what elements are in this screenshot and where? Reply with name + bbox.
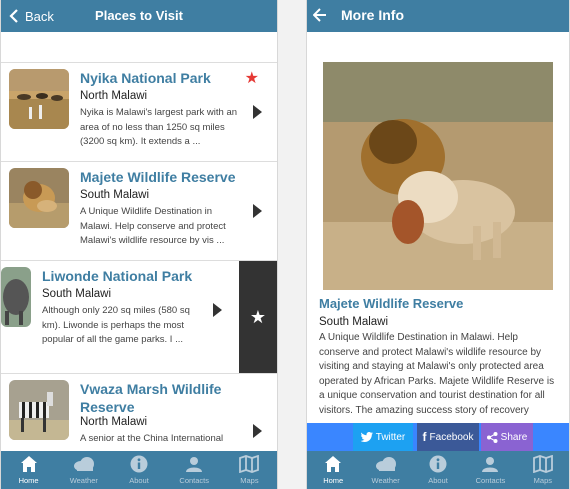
header-bar: More Info: [307, 0, 569, 32]
home-icon: [325, 456, 342, 472]
tab-weather[interactable]: Weather: [56, 451, 111, 489]
place-description: Although only 220 sq miles (580 sq km). …: [42, 305, 190, 345]
tab-label: Maps: [240, 476, 259, 485]
cloud-icon: [73, 457, 94, 471]
place-region: North Malawi: [80, 90, 148, 102]
tab-label: Home: [323, 476, 344, 485]
map-icon: [532, 455, 553, 473]
page-title: Places to Visit: [95, 8, 183, 23]
chevron-right-icon[interactable]: [252, 204, 262, 218]
bottom-tab-bar: Home Weather About Contacts Maps: [307, 451, 569, 489]
list-item[interactable]: Majete Wildlife Reserve South Malawi A U…: [1, 161, 277, 260]
place-thumbnail: [1, 267, 31, 327]
list-item[interactable]: Liwonde National Park South Malawi Altho…: [1, 260, 277, 373]
tab-home[interactable]: Home: [1, 451, 56, 489]
tab-maps[interactable]: Maps: [517, 451, 569, 489]
place-region: South Malawi: [319, 316, 389, 328]
tab-about[interactable]: About: [111, 451, 166, 489]
place-name: Nyika National Park: [80, 70, 211, 86]
tab-home[interactable]: Home: [307, 451, 359, 489]
list-item[interactable]: Nyika National Park ★ North Malawi Nyika…: [1, 62, 277, 161]
tab-label: About: [129, 476, 149, 485]
favorite-star-icon[interactable]: ★: [245, 71, 259, 87]
place-region: South Malawi: [42, 288, 112, 300]
place-region: North Malawi: [80, 416, 148, 428]
share-button[interactable]: Share: [481, 423, 533, 451]
place-thumbnail: [9, 69, 69, 129]
tab-contacts[interactable]: Contacts: [167, 451, 222, 489]
tab-label: Contacts: [179, 476, 210, 485]
twitter-icon: [360, 432, 373, 442]
tab-about[interactable]: About: [412, 451, 464, 489]
arrow-left-icon[interactable]: [313, 8, 327, 22]
places-screen: Back Places to Visit Nyika National Park…: [0, 0, 278, 489]
favorite-swipe-button[interactable]: ★: [239, 261, 277, 373]
place-name: Vwaza Marsh Wildlife Reserve: [80, 381, 222, 415]
chevron-right-icon[interactable]: [252, 105, 262, 119]
info-icon: [429, 455, 447, 473]
place-description: A senior at the China International: [80, 433, 224, 444]
facebook-icon: f: [422, 430, 427, 444]
place-name: Majete Wildlife Reserve: [80, 169, 236, 185]
header-bar: Back Places to Visit: [1, 0, 277, 32]
place-description: Nyika is Malawi's largest park with an a…: [80, 107, 238, 147]
bottom-tab-bar: Home Weather About Contacts Maps: [1, 451, 277, 489]
tab-label: Weather: [371, 476, 400, 485]
facebook-share-button[interactable]: f Facebook: [417, 423, 479, 451]
tab-weather[interactable]: Weather: [359, 451, 411, 489]
cloud-icon: [375, 457, 396, 471]
tab-label: Maps: [533, 476, 552, 485]
tab-label: About: [428, 476, 448, 485]
place-name: Majete Wildlife Reserve: [319, 296, 464, 311]
contact-icon: [482, 457, 499, 472]
tab-label: Home: [18, 476, 39, 485]
chevron-right-icon[interactable]: [212, 303, 222, 317]
place-description: A Unique Wildlife Destination in Malawi.…: [319, 332, 555, 416]
twitter-share-button[interactable]: Twitter: [353, 423, 413, 451]
place-region: South Malawi: [80, 189, 150, 201]
places-list: Nyika National Park ★ North Malawi Nyika…: [1, 62, 277, 472]
contact-icon: [186, 457, 203, 472]
place-name: Liwonde National Park: [42, 268, 193, 284]
place-thumbnail: [9, 380, 69, 440]
share-bar: Twitter f Facebook Share: [307, 423, 569, 451]
page-title: More Info: [341, 7, 404, 23]
tab-label: Contacts: [475, 476, 506, 485]
place-photo: [323, 62, 553, 290]
more-info-screen: More Info Majete Wildlife Reserve South …: [306, 0, 570, 489]
tab-maps[interactable]: Maps: [222, 451, 277, 489]
tab-label: Weather: [69, 476, 98, 485]
place-description: A Unique Wildlife Destination in Malawi.…: [80, 206, 226, 246]
info-icon: [130, 455, 148, 473]
share-label: Share: [500, 431, 528, 443]
home-icon: [20, 456, 37, 472]
map-icon: [239, 455, 260, 473]
share-icon: [486, 431, 498, 443]
place-thumbnail: [9, 168, 69, 228]
twitter-label: Twitter: [375, 431, 406, 443]
chevron-right-icon[interactable]: [252, 424, 262, 438]
list-item-content: Liwonde National Park South Malawi Altho…: [1, 261, 239, 359]
facebook-label: Facebook: [429, 431, 474, 443]
tab-contacts[interactable]: Contacts: [464, 451, 516, 489]
star-icon: ★: [249, 306, 267, 327]
